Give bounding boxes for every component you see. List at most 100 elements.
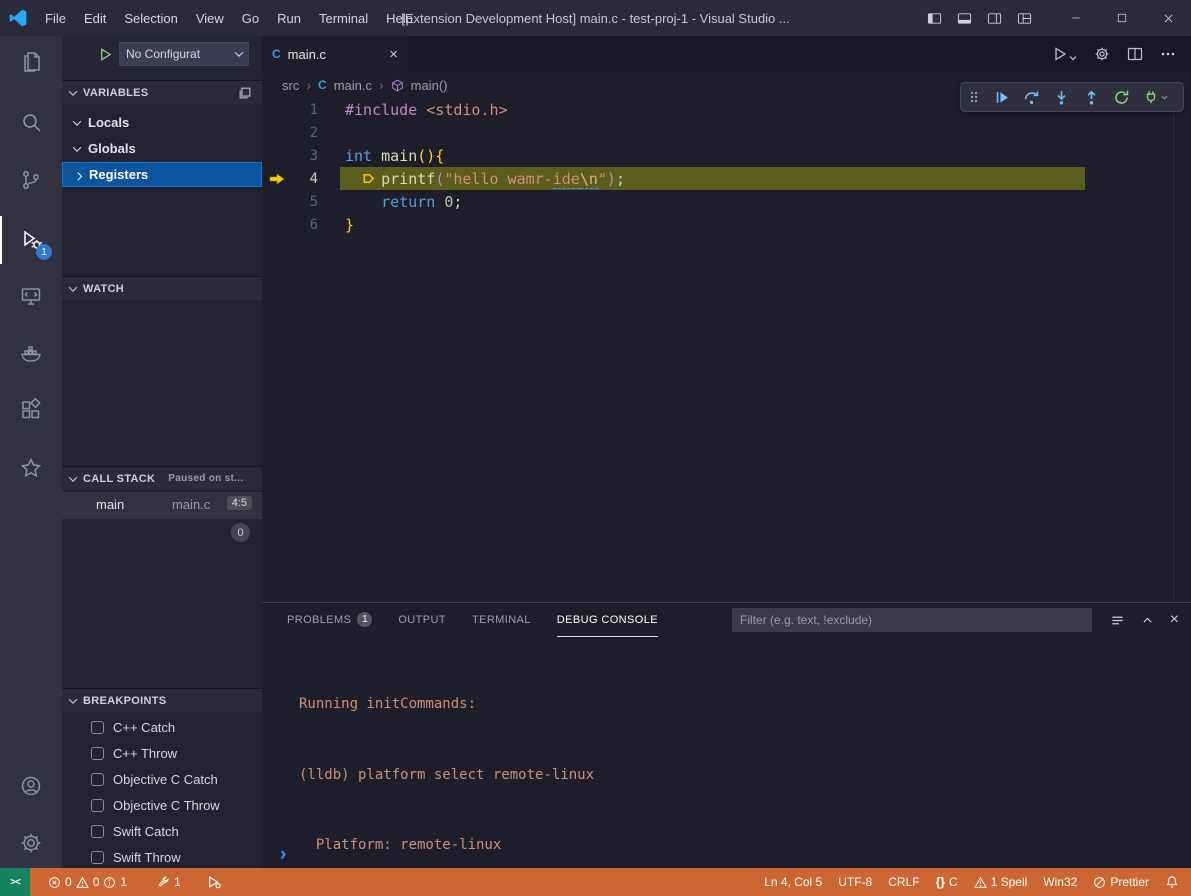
search-icon[interactable] [0, 98, 62, 146]
start-debug-icon[interactable] [98, 47, 113, 62]
more-actions-icon[interactable] [1160, 46, 1176, 62]
menu-file[interactable]: File [36, 0, 75, 36]
disconnect-icon[interactable] [1143, 89, 1168, 105]
step-into-icon[interactable] [1053, 89, 1070, 106]
code-area[interactable]: 1 #include <stdio.h> 2 3 int main(){ 4 [262, 98, 1191, 236]
language-mode[interactable]: {} C [928, 868, 966, 896]
restart-icon[interactable] [1113, 89, 1130, 106]
breakpoint-row[interactable]: Objective C Catch [62, 768, 262, 790]
console-input-prompt[interactable]: › [280, 846, 286, 864]
checkbox[interactable] [91, 721, 104, 734]
breadcrumb-symbol[interactable]: main() [411, 78, 448, 93]
tab-debug-console[interactable]: DEBUG CONSOLE [557, 603, 658, 637]
close-tab-icon[interactable]: × [389, 46, 398, 63]
debug-status-icon[interactable] [199, 868, 229, 896]
breadcrumb-file[interactable]: main.c [334, 78, 372, 93]
menu-go[interactable]: Go [233, 0, 268, 36]
cursor-position[interactable]: Ln 4, Col 5 [756, 868, 830, 896]
docker-icon[interactable] [0, 329, 62, 377]
star-icon[interactable] [0, 444, 62, 492]
breakpoint-row[interactable]: C++ Catch [62, 716, 262, 738]
maximize-panel-icon[interactable] [1141, 614, 1154, 627]
console-line: Running initCommands: [299, 693, 1171, 717]
problems-status[interactable]: 0 0 1 [40, 868, 135, 896]
debug-current-line-arrow-icon[interactable] [262, 173, 292, 185]
menu-run[interactable]: Run [268, 0, 310, 36]
run-debug-icon[interactable]: 1 [0, 216, 62, 264]
warning-count: 0 [93, 875, 100, 889]
scope-registers[interactable]: Registers [62, 162, 262, 187]
notifications-bell[interactable] [1157, 868, 1191, 896]
spell-checker-status[interactable]: 1 Spell [966, 868, 1036, 896]
split-editor-icon[interactable] [1127, 46, 1143, 62]
checkbox[interactable] [91, 773, 104, 786]
symbol-method-icon [391, 79, 404, 92]
encoding-indicator[interactable]: UTF-8 [830, 868, 880, 896]
close-panel-icon[interactable]: × [1170, 611, 1179, 629]
tab-problems[interactable]: PROBLEMS 1 [287, 603, 372, 637]
maximize-button[interactable] [1099, 0, 1145, 36]
menu-help[interactable]: Help [377, 0, 422, 36]
debug-configuration-select[interactable]: No Configurat [119, 42, 249, 66]
scope-registers-label: Registers [89, 167, 148, 182]
breakpoint-row[interactable]: Swift Catch [62, 820, 262, 842]
step-out-icon[interactable] [1083, 89, 1100, 106]
menu-selection[interactable]: Selection [115, 0, 186, 36]
variables-panel-icon[interactable] [238, 86, 252, 100]
token: ; [453, 193, 462, 211]
continue-icon[interactable] [993, 89, 1010, 106]
gear-icon[interactable] [1094, 46, 1110, 62]
menu-edit[interactable]: Edit [75, 0, 115, 36]
running-tasks-status[interactable]: 1 [149, 868, 189, 896]
extensions-icon[interactable] [0, 386, 62, 434]
source-control-icon[interactable] [0, 156, 62, 204]
account-icon[interactable] [0, 762, 62, 810]
tab-output[interactable]: OUTPUT [398, 603, 446, 637]
tasks-count: 1 [174, 875, 181, 889]
breakpoint-row[interactable]: C++ Throw [62, 742, 262, 764]
settings-gear-icon[interactable] [0, 819, 62, 867]
scrollbar-gutter[interactable] [1173, 98, 1174, 602]
inline-breakpoint-icon[interactable] [362, 172, 375, 185]
remote-glyph: >< [10, 877, 20, 888]
tab-terminal[interactable]: TERMINAL [472, 603, 531, 637]
scope-globals[interactable]: Globals [62, 136, 262, 161]
watch-section-header[interactable]: WATCH [62, 276, 262, 300]
scope-locals[interactable]: Locals [62, 110, 262, 135]
platform-indicator[interactable]: Win32 [1035, 868, 1085, 896]
checkbox[interactable] [91, 747, 104, 760]
minimize-button[interactable] [1053, 0, 1099, 36]
eol-indicator[interactable]: CRLF [880, 868, 927, 896]
customize-layout-icon[interactable] [1009, 0, 1039, 36]
token: #include [345, 101, 426, 119]
variables-section-header[interactable]: VARIABLES [62, 80, 262, 104]
checkbox[interactable] [91, 799, 104, 812]
call-stack-status: Paused on st... [168, 473, 243, 484]
remote-explorer-icon[interactable] [0, 272, 62, 320]
menu-terminal[interactable]: Terminal [310, 0, 377, 36]
breadcrumb-folder[interactable]: src [282, 78, 299, 93]
step-over-icon[interactable] [1023, 89, 1040, 106]
breakpoints-section-header[interactable]: BREAKPOINTS [62, 688, 262, 712]
call-stack-section-header[interactable]: CALL STACK Paused on st... [62, 466, 262, 490]
formatter-status[interactable]: Prettier [1085, 868, 1157, 896]
breakpoint-row[interactable]: Objective C Throw [62, 794, 262, 816]
token: ( [435, 170, 444, 188]
toggle-panel-icon[interactable] [949, 0, 979, 36]
menu-view[interactable]: View [187, 0, 233, 36]
token: int [345, 147, 381, 165]
checkbox[interactable] [91, 851, 104, 864]
run-or-debug-icon[interactable] [1052, 46, 1077, 62]
stack-frame-row[interactable]: main main.c 4:5 [62, 492, 262, 519]
close-button[interactable] [1145, 0, 1191, 36]
breakpoint-row[interactable]: Swift Throw [62, 846, 262, 868]
toggle-secondary-sidebar-icon[interactable] [979, 0, 1009, 36]
checkbox[interactable] [91, 825, 104, 838]
explorer-icon[interactable] [0, 38, 62, 86]
console-menu-icon[interactable] [1110, 613, 1125, 628]
tab-main-c[interactable]: C main.c × [262, 36, 408, 72]
console-filter-input[interactable] [732, 608, 1092, 632]
toggle-sidebar-icon[interactable] [919, 0, 949, 36]
remote-indicator[interactable]: >< [0, 868, 30, 896]
drag-handle-icon[interactable] [968, 90, 980, 104]
